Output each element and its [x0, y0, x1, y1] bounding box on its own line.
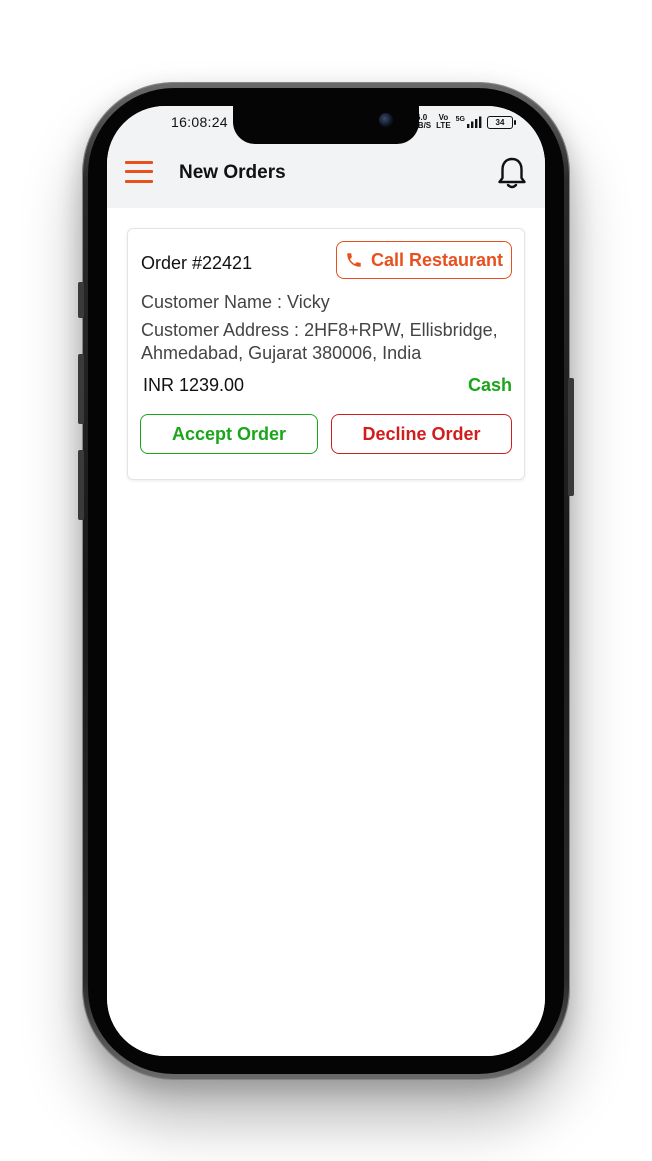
orders-list: Order #22421 Call Restaurant Customer Na… [107, 208, 545, 1056]
order-card: Order #22421 Call Restaurant Customer Na… [127, 228, 525, 480]
mockup-stage: 16:08:24 6.0 KB/S Vo LTE 5G 34 New Order… [0, 0, 652, 1161]
volume-up-button [78, 354, 84, 424]
app-header: New Orders [107, 140, 545, 208]
volte-bottom: LTE [436, 121, 451, 130]
status-time: 16:08:24 [171, 114, 228, 130]
volte-indicator: Vo LTE [436, 114, 451, 130]
order-amount: INR 1239.00 [143, 375, 245, 395]
call-restaurant-button[interactable]: Call Restaurant [336, 241, 512, 279]
battery-icon: 34 [487, 115, 516, 129]
phone-screen: 16:08:24 6.0 KB/S Vo LTE 5G 34 New Order… [107, 106, 545, 1056]
volume-down-button [78, 450, 84, 520]
decline-order-button[interactable]: Decline Order [331, 414, 512, 454]
notch [233, 106, 419, 144]
signal-bars-icon [467, 116, 482, 128]
mute-switch [78, 282, 84, 318]
bell-icon[interactable] [497, 156, 527, 190]
call-restaurant-label: Call Restaurant [370, 249, 504, 270]
customer-name: Customer Name : Vicky [141, 292, 330, 312]
network-type: 5G [455, 116, 465, 123]
accept-order-button[interactable]: Accept Order [140, 414, 318, 454]
signal-icon: 5G [456, 116, 482, 128]
hamburger-menu-icon[interactable] [125, 160, 153, 184]
customer-address: Customer Address : 2HF8+RPW, Ellisbridge… [141, 320, 498, 363]
power-button [568, 378, 574, 496]
page-title: New Orders [179, 162, 286, 183]
front-camera-icon [379, 113, 393, 127]
payment-method: Cash [467, 375, 512, 395]
battery-level: 34 [495, 117, 505, 127]
status-icons: 6.0 KB/S Vo LTE 5G 34 [412, 114, 516, 130]
phone-icon [347, 253, 361, 267]
order-id: Order #22421 [141, 253, 253, 273]
